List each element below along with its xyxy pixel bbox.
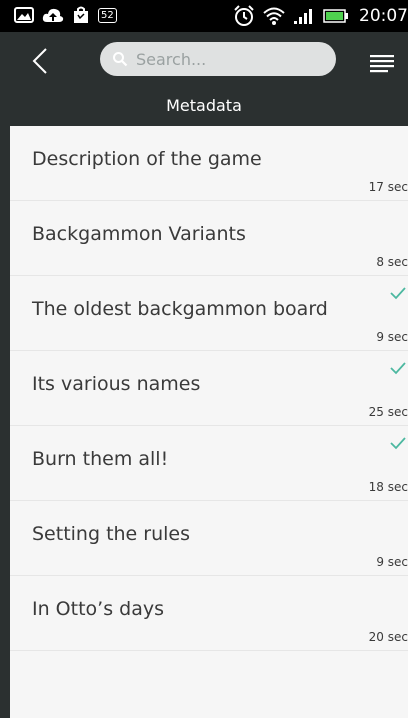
list-item[interactable]: In Otto’s days 20 sec: [10, 576, 408, 651]
chapter-list: Description of the game 17 sec Backgammo…: [10, 126, 408, 718]
checkmark-icon: [390, 362, 406, 375]
chevron-left-icon: [32, 48, 47, 74]
list-item[interactable]: The oldest backgammon board 9 sec: [10, 276, 408, 351]
app-screen: 52 20:07 Search... Metadata Description …: [0, 0, 408, 718]
signal-strength-icon: [294, 9, 312, 24]
list-item[interactable]: Setting the rules 9 sec: [10, 501, 408, 576]
status-bar: 52 20:07: [0, 0, 408, 32]
toolbar: [0, 32, 408, 88]
search-bar[interactable]: [100, 42, 336, 76]
checkmark-icon: [390, 287, 406, 300]
page-title-bar: Metadata: [0, 88, 408, 126]
alarm-clock-icon: [234, 5, 254, 26]
list-item-title: Burn them all!: [32, 448, 169, 470]
wifi-icon: [263, 7, 285, 25]
page-title: Metadata: [166, 96, 242, 115]
list-item-title: Its various names: [32, 373, 201, 395]
list-item-title: Setting the rules: [32, 523, 191, 545]
bag-notification-icon: [74, 6, 88, 23]
cloud-upload-icon: [42, 8, 64, 22]
list-item-duration: 8 sec: [376, 255, 408, 269]
list-item-duration: 17 sec: [368, 180, 408, 194]
status-time: 20:07: [359, 6, 408, 26]
list-item-duration: 18 sec: [368, 480, 408, 494]
list-item[interactable]: Burn them all! 18 sec: [10, 426, 408, 501]
checkmark-icon: [390, 437, 406, 450]
list-item-duration: 20 sec: [368, 630, 408, 644]
list-item-duration: 25 sec: [368, 405, 408, 419]
menu-lines-icon: [370, 55, 394, 73]
list-item-title: The oldest backgammon board: [32, 298, 328, 320]
left-edge-strip: [0, 126, 10, 718]
list-item-title: In Otto’s days: [32, 598, 164, 620]
list-item-duration: 9 sec: [376, 330, 408, 344]
image-notification-icon: [14, 7, 34, 23]
status-bar-system: 20:07: [233, 5, 408, 27]
notification-count-badge: 52: [98, 7, 117, 23]
list-item[interactable]: Backgammon Variants 8 sec: [10, 201, 408, 276]
list-item-title: Backgammon Variants: [32, 223, 246, 245]
status-bar-notifications: 52: [14, 6, 117, 24]
search-icon: [112, 51, 128, 67]
back-button[interactable]: [28, 46, 54, 76]
battery-icon: [323, 9, 348, 23]
list-item-title: Description of the game: [32, 148, 262, 170]
menu-button[interactable]: [370, 54, 396, 74]
list-item-duration: 9 sec: [376, 555, 408, 569]
search-input[interactable]: [134, 48, 328, 70]
list-item[interactable]: Its various names 25 sec: [10, 351, 408, 426]
list-item[interactable]: Description of the game 17 sec: [10, 126, 408, 201]
